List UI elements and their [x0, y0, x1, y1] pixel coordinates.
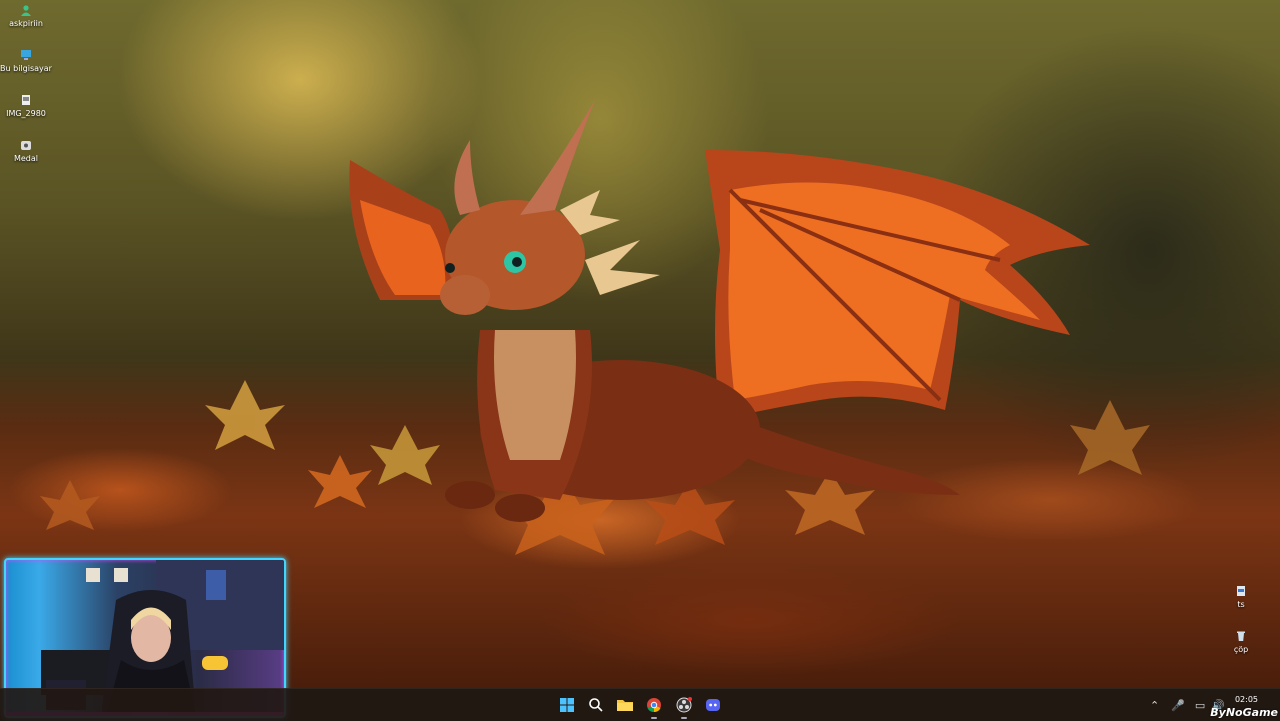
chrome-icon — [647, 698, 661, 713]
computer-icon — [21, 50, 31, 60]
user-folder-icon — [21, 5, 31, 16]
desktop-icon-medal[interactable]: Medal — [0, 139, 54, 164]
discord-icon — [706, 699, 720, 711]
search-button[interactable] — [584, 693, 608, 717]
display-icon[interactable]: ▭ — [1195, 699, 1205, 712]
clock-time: 02:05 — [1234, 695, 1258, 704]
medal-app-icon — [21, 141, 31, 150]
system-clock[interactable]: 02:05 — [1235, 694, 1258, 705]
desktop-icon-label: Bu bilgisayar — [0, 64, 52, 73]
file-icon — [1237, 586, 1245, 596]
obs-button[interactable] — [672, 693, 696, 719]
desktop-icon-label: IMG_2980 — [6, 109, 46, 118]
desktop-icon-img-2980[interactable]: IMG_2980 — [0, 94, 54, 119]
desktop-icon-askpiriin[interactable]: askpiriin — [0, 4, 54, 29]
start-button[interactable] — [555, 693, 579, 717]
file-explorer-button[interactable] — [613, 693, 637, 717]
desktop-icon-label: ts — [1237, 600, 1245, 609]
chrome-button[interactable] — [642, 693, 666, 719]
obs-icon — [676, 697, 692, 713]
taskbar: ⌃ 🎤 ▭ 🔊 02:05 — [0, 688, 1280, 721]
desktop-icon-this-pc[interactable]: Bu bilgisayar — [0, 49, 54, 74]
desktop-icon-label: Medal — [13, 154, 39, 163]
windows-start-icon — [560, 698, 574, 712]
chevron-up-icon[interactable]: ⌃ — [1150, 699, 1159, 712]
image-file-icon — [22, 95, 30, 105]
discord-button[interactable] — [701, 693, 725, 717]
desktop-icon-ts[interactable]: ts — [1213, 585, 1269, 610]
microphone-icon[interactable]: 🎤 — [1171, 699, 1185, 712]
folder-icon — [617, 700, 633, 711]
desktop-icon-recycle-bin[interactable]: çöp — [1213, 630, 1269, 655]
desktop-icon-label: askpiriin — [9, 19, 43, 28]
watermark: ByNoGame — [1210, 706, 1278, 719]
search-icon — [589, 698, 603, 712]
recycle-bin-icon — [1237, 631, 1245, 641]
desktop-icon-label: çöp — [1233, 645, 1249, 654]
